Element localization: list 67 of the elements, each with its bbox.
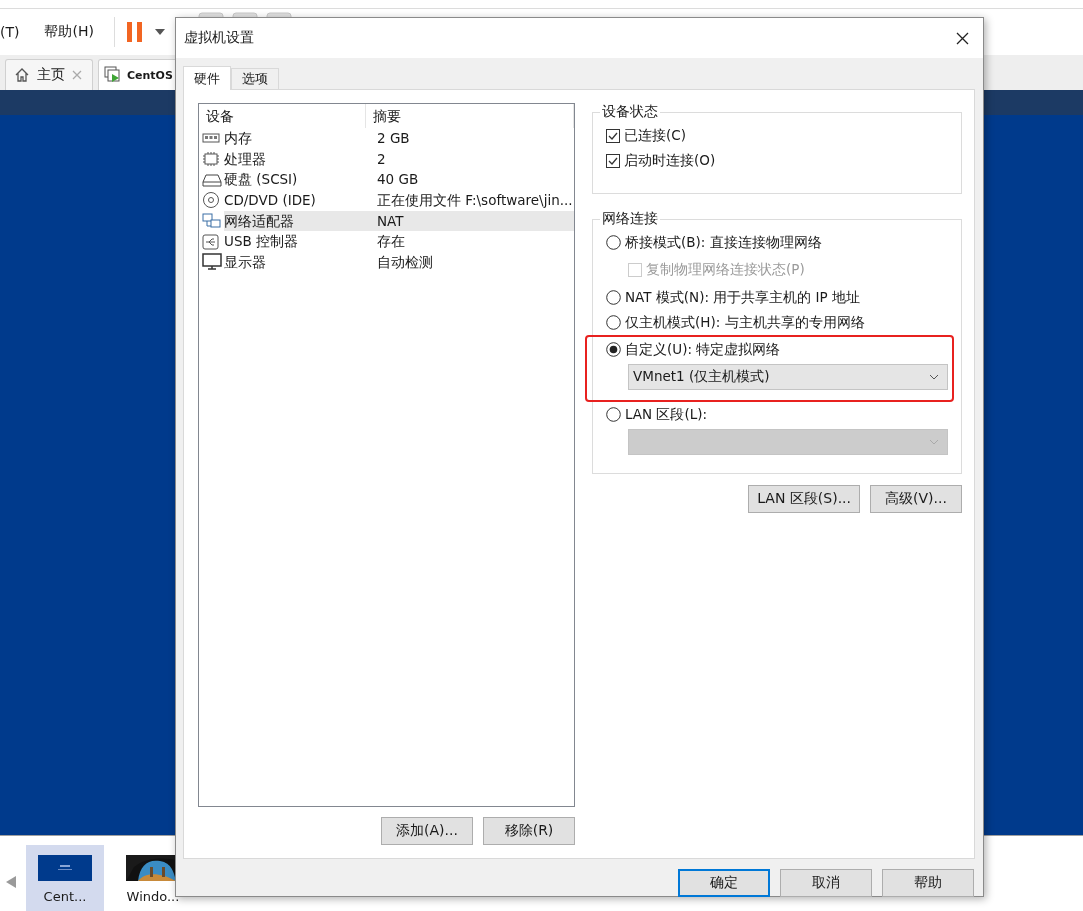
- dropdown[interactable]: VMnet1 (仅主机模式): [628, 364, 948, 390]
- device-name[interactable]: 内存: [224, 128, 370, 149]
- dialog-button[interactable]: 移除(R): [483, 817, 575, 845]
- dialog-button[interactable]: 确定: [678, 869, 770, 897]
- radio-button[interactable]: [606, 342, 621, 357]
- caret-icon: [929, 439, 939, 445]
- device-summary: 40 GB: [376, 170, 420, 190]
- device-name[interactable]: 网络适配器: [224, 210, 370, 232]
- thumbnail-label: Windo...: [126, 889, 180, 904]
- checkbox[interactable]: [606, 128, 620, 143]
- checkbox-label[interactable]: 启动时连接(O): [624, 151, 716, 170]
- close-icon[interactable]: [956, 31, 969, 45]
- left-arrow-icon[interactable]: [6, 876, 16, 888]
- drive-icon: [202, 172, 222, 187]
- tab-label: 主页: [37, 66, 65, 84]
- thumbnail-label: Cent...: [43, 889, 87, 904]
- radio-label[interactable]: 自定义(U): 特定虚拟网络: [625, 340, 781, 359]
- dialog-tab[interactable]: 硬件: [183, 66, 231, 90]
- memory-icon: [202, 131, 220, 146]
- group-title: 设备状态: [601, 103, 659, 121]
- vm-thumbnail[interactable]: Windo...: [114, 845, 192, 911]
- checkbox[interactable]: [606, 153, 620, 168]
- radio-button[interactable]: [606, 290, 621, 305]
- device-name[interactable]: 硬盘 (SCSI): [224, 169, 370, 191]
- device-summary: NAT: [370, 210, 574, 232]
- menu-item[interactable]: 帮助(H): [36, 23, 102, 41]
- dialog-button[interactable]: 高级(V)...: [870, 485, 962, 513]
- dialog-button[interactable]: 取消: [780, 869, 872, 897]
- device-name[interactable]: USB 控制器: [224, 231, 370, 253]
- radio-label[interactable]: LAN 区段(L):: [625, 405, 708, 424]
- group-title: 网络连接: [601, 210, 659, 228]
- device-name[interactable]: CD/DVD (IDE): [224, 190, 370, 211]
- network-icon: [202, 213, 222, 230]
- vm-icon: [104, 66, 122, 84]
- app-tab[interactable]: 主页: [5, 59, 93, 90]
- vm-thumbnail[interactable]: Cent...: [26, 845, 104, 911]
- disc-icon: [202, 191, 220, 210]
- column-header[interactable]: 设备: [199, 104, 366, 128]
- device-summary: 2 GB: [376, 129, 411, 148]
- caret-icon[interactable]: [154, 29, 165, 35]
- menu-item[interactable]: (T): [0, 24, 28, 40]
- dialog-button[interactable]: 帮助: [882, 869, 974, 897]
- device-name[interactable]: 显示器: [224, 252, 370, 273]
- device-summary: 自动检测: [376, 253, 434, 273]
- device-summary: 存在: [376, 232, 406, 252]
- caret-icon: [929, 374, 939, 380]
- radio-label[interactable]: NAT 模式(N): 用于共享主机的 IP 地址: [625, 288, 860, 307]
- radio-button[interactable]: [606, 235, 621, 250]
- column-header[interactable]: 摘要: [366, 104, 574, 128]
- radio-label[interactable]: 桥接模式(B): 直接连接物理网络: [625, 233, 822, 252]
- dialog-button[interactable]: 添加(A)...: [381, 817, 473, 845]
- radio-button[interactable]: [606, 407, 621, 422]
- device-summary: 2: [376, 149, 387, 169]
- pause-icon[interactable]: [126, 22, 143, 42]
- radio-button[interactable]: [606, 315, 621, 330]
- checkbox-label[interactable]: 已连接(C): [624, 126, 686, 145]
- device-summary: 正在使用文件 F:\software\jin...: [376, 191, 574, 211]
- device-name[interactable]: 处理器: [224, 148, 370, 170]
- home-icon: [14, 67, 30, 83]
- window-title: 虚拟机设置: [184, 29, 254, 47]
- dialog-button[interactable]: LAN 区段(S)...: [748, 485, 860, 513]
- usb-icon: [202, 233, 220, 250]
- tab-label: CentOS: [127, 68, 173, 82]
- monitor-icon: [202, 253, 222, 272]
- chip-icon: [202, 151, 220, 168]
- dialog-tab[interactable]: 选项: [231, 68, 279, 89]
- radio-label[interactable]: 仅主机模式(H): 与主机共享的专用网络: [625, 313, 865, 332]
